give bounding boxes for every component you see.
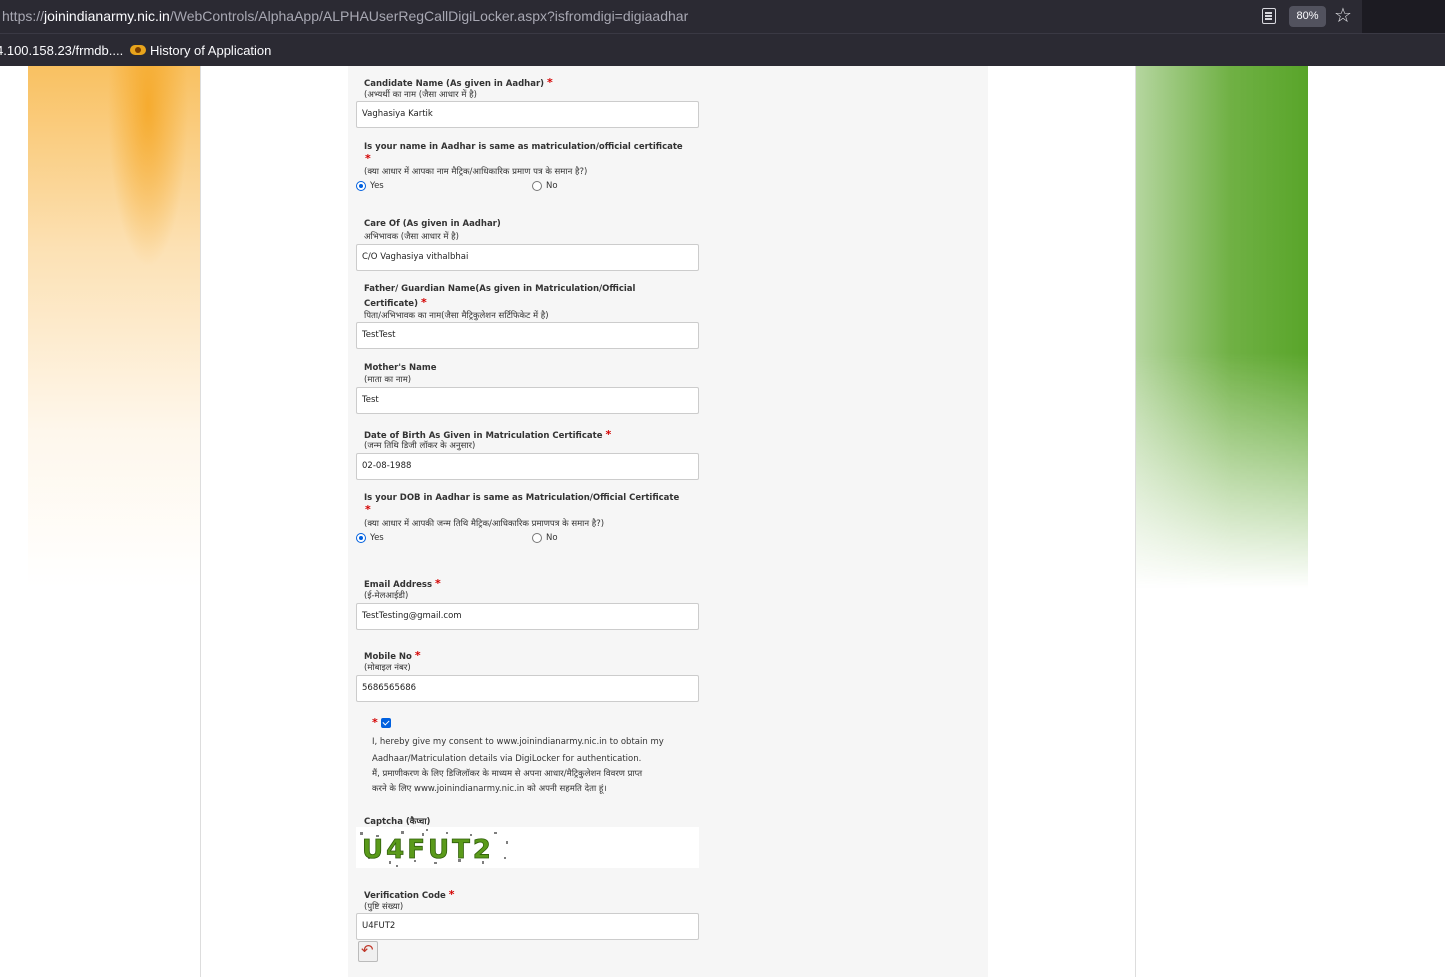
- dob-input[interactable]: 02-08-1988: [356, 453, 699, 480]
- email-input[interactable]: TestTesting@gmail.com: [356, 603, 699, 630]
- mother-name-hindi: (माता का नाम): [364, 375, 412, 385]
- dob-same-yes-radio[interactable]: [356, 533, 366, 543]
- mobile-input[interactable]: 5686565686: [356, 675, 699, 702]
- consent-checkbox[interactable]: [381, 718, 391, 728]
- web-page: Candidate Name (As given in Aadhar) * (अ…: [0, 66, 1445, 977]
- care-of-hindi: अभिभावक (जैसा आधार में है): [364, 232, 459, 242]
- name-same-label: Is your name in Aadhar is same as matric…: [364, 142, 683, 152]
- browser-toolbar: https://joinindianarmy.nic.in/WebControl…: [0, 0, 1445, 33]
- dob-same-required: *: [365, 503, 371, 516]
- verification-label: Verification Code *: [364, 888, 455, 901]
- name-same-required: *: [365, 152, 371, 165]
- dob-same-yes-label: Yes: [370, 533, 384, 543]
- dob-same-label: Is your DOB in Aadhar is same as Matricu…: [364, 493, 680, 503]
- consent-text-line1: I, hereby give my consent to www.joinind…: [372, 737, 664, 747]
- name-same-hindi: (क्या आधार में आपका नाम मैट्रिक/आधिकारिक…: [364, 167, 588, 177]
- candidate-name-input[interactable]: Vaghasiya Kartik: [356, 101, 699, 128]
- father-name-label: Father/ Guardian Name(As given in Matric…: [364, 284, 636, 294]
- verification-code-input[interactable]: U4FUT2: [356, 913, 699, 940]
- father-name-input[interactable]: TestTest: [356, 322, 699, 349]
- care-of-input[interactable]: C/O Vaghasiya vithalbhai: [356, 244, 699, 271]
- consent-required: *: [372, 716, 378, 729]
- bookmarks-toolbar: 4.100.158.23/frmdb.... History of Applic…: [0, 33, 1445, 66]
- captcha-text: U4FUT2: [362, 835, 494, 865]
- right-green-decoration: [1136, 66, 1308, 588]
- captcha-container: U4FUT2: [356, 827, 699, 868]
- refresh-captcha-icon[interactable]: [358, 941, 378, 962]
- mobile-label: Mobile No *: [364, 649, 421, 662]
- dob-hindi: (जन्म तिथि डिजी लॉकर के अनुसार): [364, 441, 476, 451]
- bookmark-star-icon[interactable]: ☆: [1334, 3, 1352, 27]
- left-divider: [200, 66, 201, 977]
- consent-text-line2: Aadhaar/Matriculation details via DigiLo…: [372, 754, 642, 764]
- verification-hindi: (पुष्टि संख्या): [364, 902, 404, 912]
- captcha-label: Captcha (कैप्चा): [364, 817, 431, 827]
- name-same-yes-radio[interactable]: [356, 181, 366, 191]
- reader-view-icon[interactable]: [1262, 8, 1276, 24]
- father-name-label-cont: Certificate) *: [364, 296, 427, 309]
- url-path: /WebControls/AlphaApp/ALPHAUserRegCallDi…: [169, 8, 689, 24]
- candidate-name-label: Candidate Name (As given in Aadhar) *: [364, 76, 553, 89]
- consent-text-line4: करने के लिए www.joinindianarmy.nic.in को…: [372, 784, 607, 794]
- url-scheme: https://: [2, 8, 45, 24]
- candidate-name-hindi: (अभ्यर्थी का नाम (जैसा आधार में है): [364, 90, 477, 100]
- captcha-image: U4FUT2: [356, 827, 514, 868]
- dob-same-hindi: (क्या आधार में आपकी जन्म तिथि मैट्रिक/आध…: [364, 519, 605, 529]
- bookmark-ip-link[interactable]: 4.100.158.23/frmdb....: [0, 43, 123, 58]
- url-host: joinindianarmy.nic.in: [44, 8, 170, 24]
- dob-same-no-radio[interactable]: [532, 533, 542, 543]
- dob-same-no-label: No: [546, 533, 558, 543]
- mobile-hindi: (मोबाइल नंबर): [364, 663, 411, 673]
- bookmark-history-of-application[interactable]: History of Application: [150, 43, 271, 58]
- mother-name-input[interactable]: Test: [356, 387, 699, 414]
- bookmark-favicon-icon: [130, 45, 146, 55]
- mother-name-label: Mother's Name: [364, 363, 437, 373]
- url-text[interactable]: https://joinindianarmy.nic.in/WebControl…: [2, 8, 688, 24]
- zoom-level-badge[interactable]: 80%: [1289, 6, 1326, 27]
- father-name-hindi: पिता/अभिभावक का नाम(जैसा मैट्रिकुलेशन सर…: [364, 311, 549, 321]
- address-bar[interactable]: https://joinindianarmy.nic.in/WebControl…: [0, 0, 1362, 33]
- name-same-yes-label: Yes: [370, 181, 384, 191]
- name-same-no-label: No: [546, 181, 558, 191]
- email-label: Email Address *: [364, 577, 441, 590]
- email-hindi: (ई-मेलआईडी): [364, 591, 409, 601]
- care-of-label: Care Of (As given in Aadhar): [364, 219, 501, 229]
- name-same-no-radio[interactable]: [532, 181, 542, 191]
- consent-text-line3: मैं, प्रमाणीकरण के लिए डिजिलॉकर के माध्य…: [372, 769, 643, 779]
- left-saffron-decoration: [28, 66, 200, 588]
